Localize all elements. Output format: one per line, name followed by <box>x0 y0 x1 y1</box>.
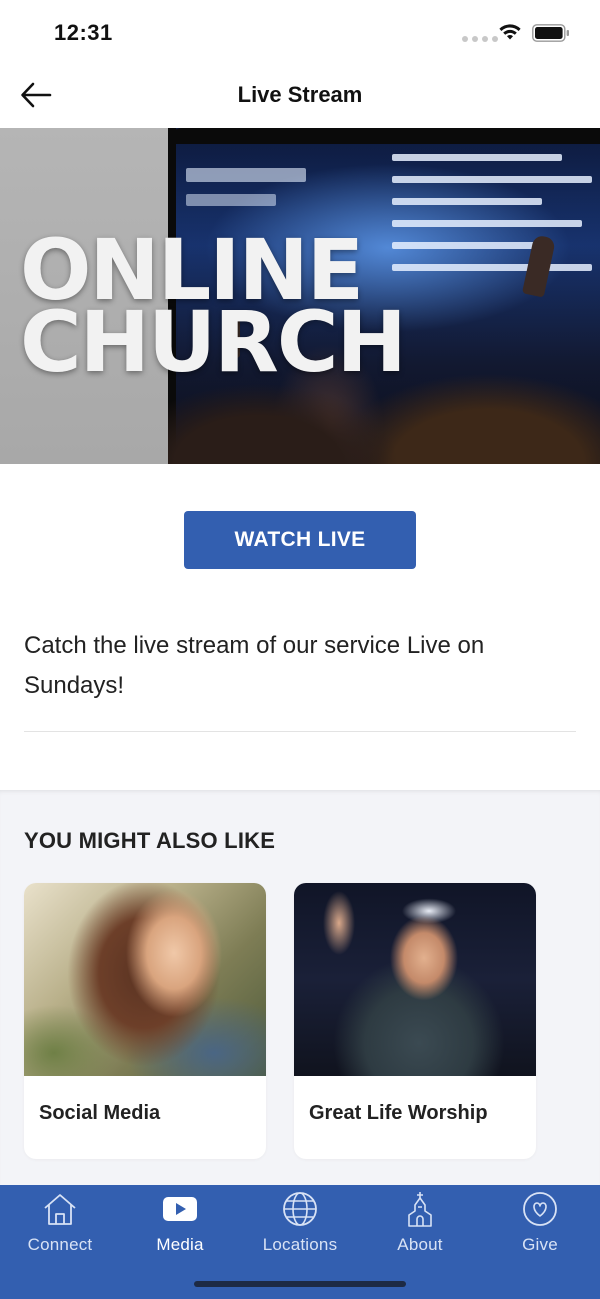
hero-banner-image: ONLINE CHURCH <box>0 128 600 464</box>
related-card-great-life-worship[interactable]: Great Life Worship <box>294 883 536 1159</box>
tab-connect[interactable]: Connect <box>0 1185 120 1265</box>
watch-live-button[interactable]: WATCH LIVE <box>184 511 416 569</box>
play-icon <box>161 1191 199 1227</box>
home-indicator[interactable] <box>194 1281 406 1287</box>
related-section: YOU MIGHT ALSO LIKE Social Media Great L… <box>0 790 600 1185</box>
divider <box>24 731 576 732</box>
arrow-left-icon <box>21 82 52 108</box>
related-card-social-media[interactable]: Social Media <box>24 883 266 1159</box>
section-heading: YOU MIGHT ALSO LIKE <box>24 828 276 853</box>
cellular-signal-icon <box>462 36 498 42</box>
tab-about[interactable]: About <box>360 1185 480 1265</box>
tab-locations[interactable]: Locations <box>240 1185 360 1265</box>
tab-label: Connect <box>27 1235 93 1254</box>
tab-label: Give <box>522 1235 558 1254</box>
tab-media[interactable]: Media <box>120 1185 240 1265</box>
page-title: Live Stream <box>237 82 363 107</box>
nav-header: Live Stream <box>0 62 600 128</box>
heart-icon <box>521 1191 559 1227</box>
card-title: Social Media <box>39 1102 161 1124</box>
tab-label: Locations <box>262 1235 338 1254</box>
hero-title-line2: CHURCH <box>20 293 407 391</box>
house-icon <box>41 1191 79 1227</box>
globe-icon <box>281 1191 319 1227</box>
status-bar: 12:31 <box>0 0 600 62</box>
worship-thumbnail <box>294 883 536 1076</box>
church-icon <box>401 1191 439 1227</box>
social-media-thumbnail <box>24 883 266 1076</box>
wifi-icon <box>499 24 521 40</box>
status-time: 12:31 <box>54 20 113 45</box>
stream-description: Catch the live stream of our service Liv… <box>24 632 485 699</box>
tab-label: Media <box>156 1235 204 1254</box>
tab-give[interactable]: Give <box>480 1185 600 1265</box>
card-title: Great Life Worship <box>309 1102 488 1124</box>
back-button[interactable] <box>18 78 54 112</box>
battery-icon <box>532 24 569 42</box>
tab-label: About <box>397 1235 443 1254</box>
